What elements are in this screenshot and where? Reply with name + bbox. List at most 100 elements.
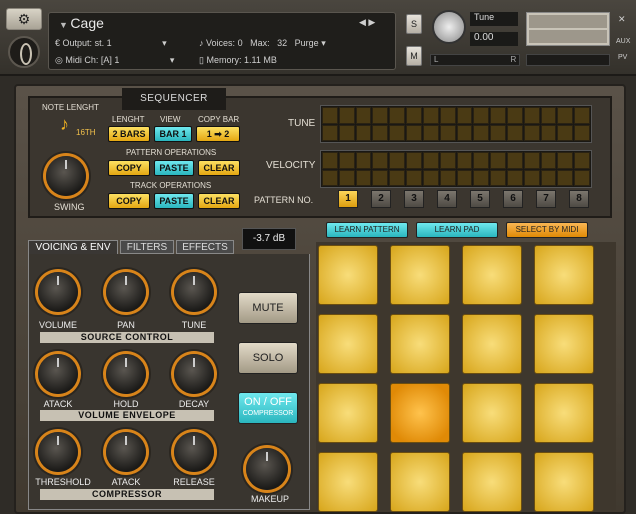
drum-pad[interactable] [390,245,450,305]
step-cell[interactable] [406,107,422,124]
chevron-down-icon[interactable]: ▾ [170,55,175,65]
pattern-button-3[interactable]: 3 [404,190,424,208]
step-cell[interactable] [523,169,540,186]
step-cell[interactable] [456,152,473,169]
step-cell[interactable] [490,124,506,141]
close-icon[interactable]: ✕ [618,14,626,25]
volume-slider[interactable] [526,54,610,66]
step-cell[interactable] [490,152,506,169]
midi-value[interactable]: [A] 1 [101,55,120,65]
step-cell[interactable] [355,169,372,186]
drum-pad[interactable] [318,452,378,512]
step-cell[interactable] [506,169,523,186]
mute-header-button[interactable]: M [406,46,422,66]
length-2bars-button[interactable]: 2 BARS [108,126,150,142]
step-cell[interactable] [322,169,338,186]
makeup-knob[interactable] [246,448,288,490]
step-cell[interactable] [355,152,372,169]
step-cell[interactable] [574,152,590,169]
step-cell[interactable] [439,169,456,186]
tab-filters[interactable]: FILTERS [120,240,174,254]
decay-knob[interactable] [174,354,214,394]
chevron-down-icon[interactable]: ▾ [162,38,167,48]
aux-button[interactable]: AUX [616,38,630,45]
pv-button[interactable]: PV [618,54,627,61]
source-tune-knob[interactable] [174,272,214,312]
pattern-button-5[interactable]: 5 [470,190,490,208]
note-value[interactable]: 16th [76,128,96,137]
tune-value[interactable]: 0.00 [470,32,518,46]
step-cell[interactable] [456,124,473,141]
step-cell[interactable] [389,107,406,124]
pattern-button-7[interactable]: 7 [536,190,556,208]
drum-pad[interactable] [534,314,594,374]
drum-pad[interactable] [462,383,522,443]
step-cell[interactable] [389,152,406,169]
learn-pattern-button[interactable]: LEARN PATTERN [326,222,408,238]
tab-effects[interactable]: EFFECTS [176,240,234,254]
prev-next-icons[interactable]: ◀ ▶ [359,17,375,28]
step-cell[interactable] [439,152,456,169]
step-cell[interactable] [574,124,590,141]
learn-pad-button[interactable]: LEARN PAD [416,222,498,238]
tune-step-grid[interactable] [320,105,592,143]
compressor-toggle-button[interactable]: ON / OFF COMPRESSOR [238,392,298,424]
step-cell[interactable] [338,124,355,141]
output-value[interactable]: st. 1 [95,38,112,48]
step-cell[interactable] [557,107,574,124]
instrument-name[interactable]: Cage [59,15,103,31]
step-cell[interactable] [372,169,389,186]
drum-pad[interactable] [390,314,450,374]
attack-knob[interactable] [38,354,78,394]
step-cell[interactable] [338,169,355,186]
velocity-step-grid[interactable] [320,150,592,188]
max-value[interactable]: 32 [277,38,287,48]
step-cell[interactable] [439,124,456,141]
step-cell[interactable] [523,107,540,124]
drum-pad[interactable] [462,314,522,374]
drum-pad[interactable] [318,314,378,374]
tune-knob[interactable] [432,10,466,44]
view-bar1-button[interactable]: BAR 1 [154,126,192,142]
step-cell[interactable] [338,107,355,124]
mute-button[interactable]: MUTE [238,292,298,324]
pattern-copy-button[interactable]: COPY [108,160,150,176]
step-cell[interactable] [574,107,590,124]
step-cell[interactable] [439,107,456,124]
solo-button[interactable]: SOLO [238,342,298,374]
copy-bar-button[interactable]: 1 ➡ 2 [196,126,240,142]
pattern-button-8[interactable]: 8 [569,190,589,208]
step-cell[interactable] [490,107,506,124]
drum-pad[interactable] [318,245,378,305]
step-cell[interactable] [322,107,338,124]
step-cell[interactable] [540,169,557,186]
pattern-clear-button[interactable]: CLEAR [198,160,240,176]
step-cell[interactable] [456,169,473,186]
step-cell[interactable] [372,107,389,124]
note-icon[interactable]: ♪ [60,114,69,135]
step-cell[interactable] [422,152,439,169]
pattern-button-2[interactable]: 2 [371,190,391,208]
step-cell[interactable] [322,152,338,169]
step-cell[interactable] [506,124,523,141]
step-cell[interactable] [540,124,557,141]
drum-pad[interactable] [390,383,450,443]
step-cell[interactable] [574,169,590,186]
wrench-icon[interactable]: ⚙ [6,8,42,30]
drum-pad[interactable] [462,452,522,512]
tab-voicing-env[interactable]: VOICING & ENV [28,240,118,254]
drum-pad[interactable] [534,383,594,443]
step-cell[interactable] [322,124,338,141]
step-cell[interactable] [473,124,490,141]
step-cell[interactable] [540,107,557,124]
swing-knob[interactable] [46,156,86,196]
step-cell[interactable] [372,152,389,169]
step-cell[interactable] [372,124,389,141]
drum-pad[interactable] [534,245,594,305]
step-cell[interactable] [557,124,574,141]
step-cell[interactable] [557,169,574,186]
step-cell[interactable] [473,169,490,186]
drum-pad[interactable] [534,452,594,512]
step-cell[interactable] [506,152,523,169]
pattern-button-4[interactable]: 4 [437,190,457,208]
